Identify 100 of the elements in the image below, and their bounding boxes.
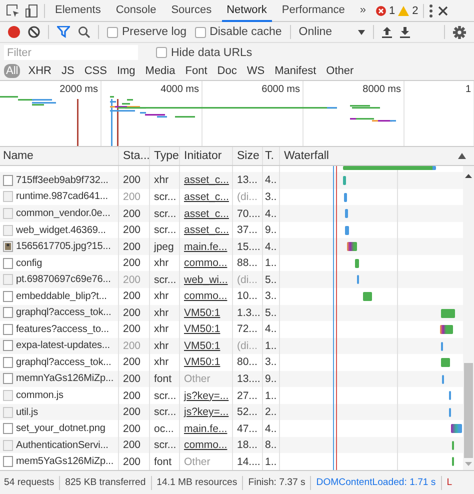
request-name[interactable]: config	[16, 258, 42, 269]
filter-field[interactable]: Filter	[4, 45, 138, 60]
request-type: scr...	[154, 390, 176, 402]
column-header[interactable]: Size	[237, 150, 260, 162]
status-code: 200	[123, 224, 141, 236]
request-name[interactable]: mem5YaGs126MiZp...	[16, 456, 114, 468]
time-text: 4..	[265, 240, 277, 253]
panel-tab[interactable]: Performance	[276, 0, 350, 22]
status-text: Finish: 7.37 s	[248, 477, 306, 488]
initiator-link[interactable]: js?key=...	[184, 390, 229, 402]
type-filter-button[interactable]: Other	[324, 64, 356, 78]
request-type: scr...	[154, 439, 176, 452]
size-text: 88...	[237, 257, 258, 270]
request-name[interactable]: util.js	[16, 406, 38, 418]
status-code: 200	[123, 190, 141, 203]
type-filter-button[interactable]: CSS	[82, 64, 109, 78]
request-type: font	[154, 372, 172, 385]
type-filter-button[interactable]: JS	[59, 64, 76, 78]
request-name[interactable]: common_vendor.0e...	[16, 208, 110, 220]
request-name[interactable]: graphql?access_tok...	[16, 307, 112, 318]
size-text: 1.3...	[237, 306, 260, 319]
type-filter-button[interactable]: Font	[183, 64, 210, 78]
request-type: jpeg	[154, 240, 174, 253]
initiator-link[interactable]: VM50:1	[184, 340, 220, 352]
status-text: 54 requests	[4, 477, 54, 488]
size-text: 37...	[237, 224, 258, 236]
column-header[interactable]: Initiator	[184, 150, 222, 162]
panel-tab[interactable]: Console	[110, 0, 162, 22]
status-code: 200	[123, 406, 141, 418]
time-text: 3..	[265, 190, 277, 203]
request-name[interactable]: features?access_to...	[16, 324, 109, 335]
size-text: 72...	[237, 323, 258, 336]
checkbox-label[interactable]: Disable cache	[210, 26, 282, 38]
initiator-link[interactable]: commo...	[184, 257, 228, 270]
size-text: 70....	[237, 208, 260, 220]
request-name[interactable]: memnYaGs126MiZp...	[16, 373, 114, 384]
size-text: 10...	[237, 290, 258, 302]
request-name[interactable]: graphql?access_tok...	[16, 356, 112, 368]
request-type: xhr	[154, 257, 169, 270]
type-filter-button[interactable]: Doc	[215, 64, 239, 78]
request-name[interactable]: common.js	[16, 390, 64, 402]
initiator-link[interactable]: asset_c...	[184, 174, 229, 186]
time-text: 9..	[265, 224, 277, 236]
type-filter-button[interactable]: XHR	[26, 64, 54, 78]
time-text: 4..	[265, 422, 277, 435]
request-type: xhr	[154, 323, 169, 336]
type-filter-button[interactable]: Img	[114, 64, 138, 78]
throttling-dropdown[interactable]: Online	[298, 26, 366, 38]
request-name[interactable]: 1565617705.jpg?15...	[16, 241, 111, 252]
initiator-link[interactable]: commo...	[184, 290, 228, 302]
column-header[interactable]: T.	[265, 150, 274, 162]
request-type: scr...	[154, 224, 176, 236]
time-text: 4..	[265, 174, 277, 186]
panel-tab[interactable]: Sources	[166, 0, 217, 22]
initiator-link[interactable]: web_wi...	[184, 274, 228, 286]
initiator-link[interactable]: asset_c...	[184, 190, 229, 203]
size-text: 13...	[237, 174, 258, 186]
status-code: 200	[123, 290, 141, 302]
request-name[interactable]: 715ff3eeb9ab9f732...	[16, 174, 108, 186]
timeline-tick-label: 1	[465, 84, 471, 95]
type-filter-button[interactable]: WS	[244, 64, 267, 78]
size-text: (di...	[237, 274, 258, 286]
column-header[interactable]: Type	[154, 150, 179, 162]
initiator-link[interactable]: asset_c...	[184, 208, 229, 220]
initiator-link[interactable]: VM50:1	[184, 356, 220, 368]
initiator-link[interactable]: commo...	[184, 439, 228, 452]
request-type: xhr	[154, 340, 169, 352]
initiator-link[interactable]: main.fe...	[184, 240, 228, 253]
type-filter-button[interactable]: Manifest	[272, 64, 318, 78]
initiator-link[interactable]: main.fe...	[184, 422, 228, 435]
checkbox-label[interactable]: Preserve log	[122, 26, 187, 38]
status-code: 200	[123, 439, 141, 452]
request-name[interactable]: web_widget.46369...	[16, 224, 106, 236]
size-text: (di...	[237, 190, 258, 203]
request-name[interactable]: pt.69870697c69e76...	[16, 274, 111, 286]
initiator-link[interactable]: VM50:1	[184, 306, 220, 319]
request-name[interactable]: embeddable_blip?t...	[16, 290, 107, 302]
warning-count: 2	[412, 4, 418, 16]
request-type: scr...	[154, 190, 176, 203]
status-code: 200	[123, 208, 141, 220]
initiator-link[interactable]: js?key=...	[184, 406, 229, 418]
error-count: 1	[389, 4, 396, 16]
status-text: L	[446, 477, 452, 488]
initiator-link[interactable]: VM50:1	[184, 323, 220, 336]
request-name[interactable]: runtime.987cad641...	[16, 191, 108, 202]
more-tabs-button[interactable]: »	[354, 0, 372, 22]
request-type: oc...	[154, 422, 174, 435]
type-filter-button[interactable]: Media	[143, 64, 178, 78]
panel-tab[interactable]: Elements	[50, 0, 106, 22]
column-header[interactable]: Sta...	[123, 150, 149, 162]
time-text: 9..	[265, 372, 277, 385]
request-name[interactable]: AuthenticationServi...	[16, 440, 108, 451]
column-header[interactable]: Name	[3, 150, 34, 162]
request-name[interactable]: expa-latest-updates...	[16, 340, 110, 352]
request-name[interactable]: set_your_dotnet.png	[16, 423, 106, 434]
status-code: 200	[123, 257, 141, 270]
checkbox-label[interactable]: Hide data URLs	[171, 46, 252, 58]
initiator-link[interactable]: asset_c...	[184, 224, 229, 236]
timeline-tick-label: 2000 ms	[60, 84, 98, 95]
column-header[interactable]: Waterfall	[284, 150, 329, 162]
